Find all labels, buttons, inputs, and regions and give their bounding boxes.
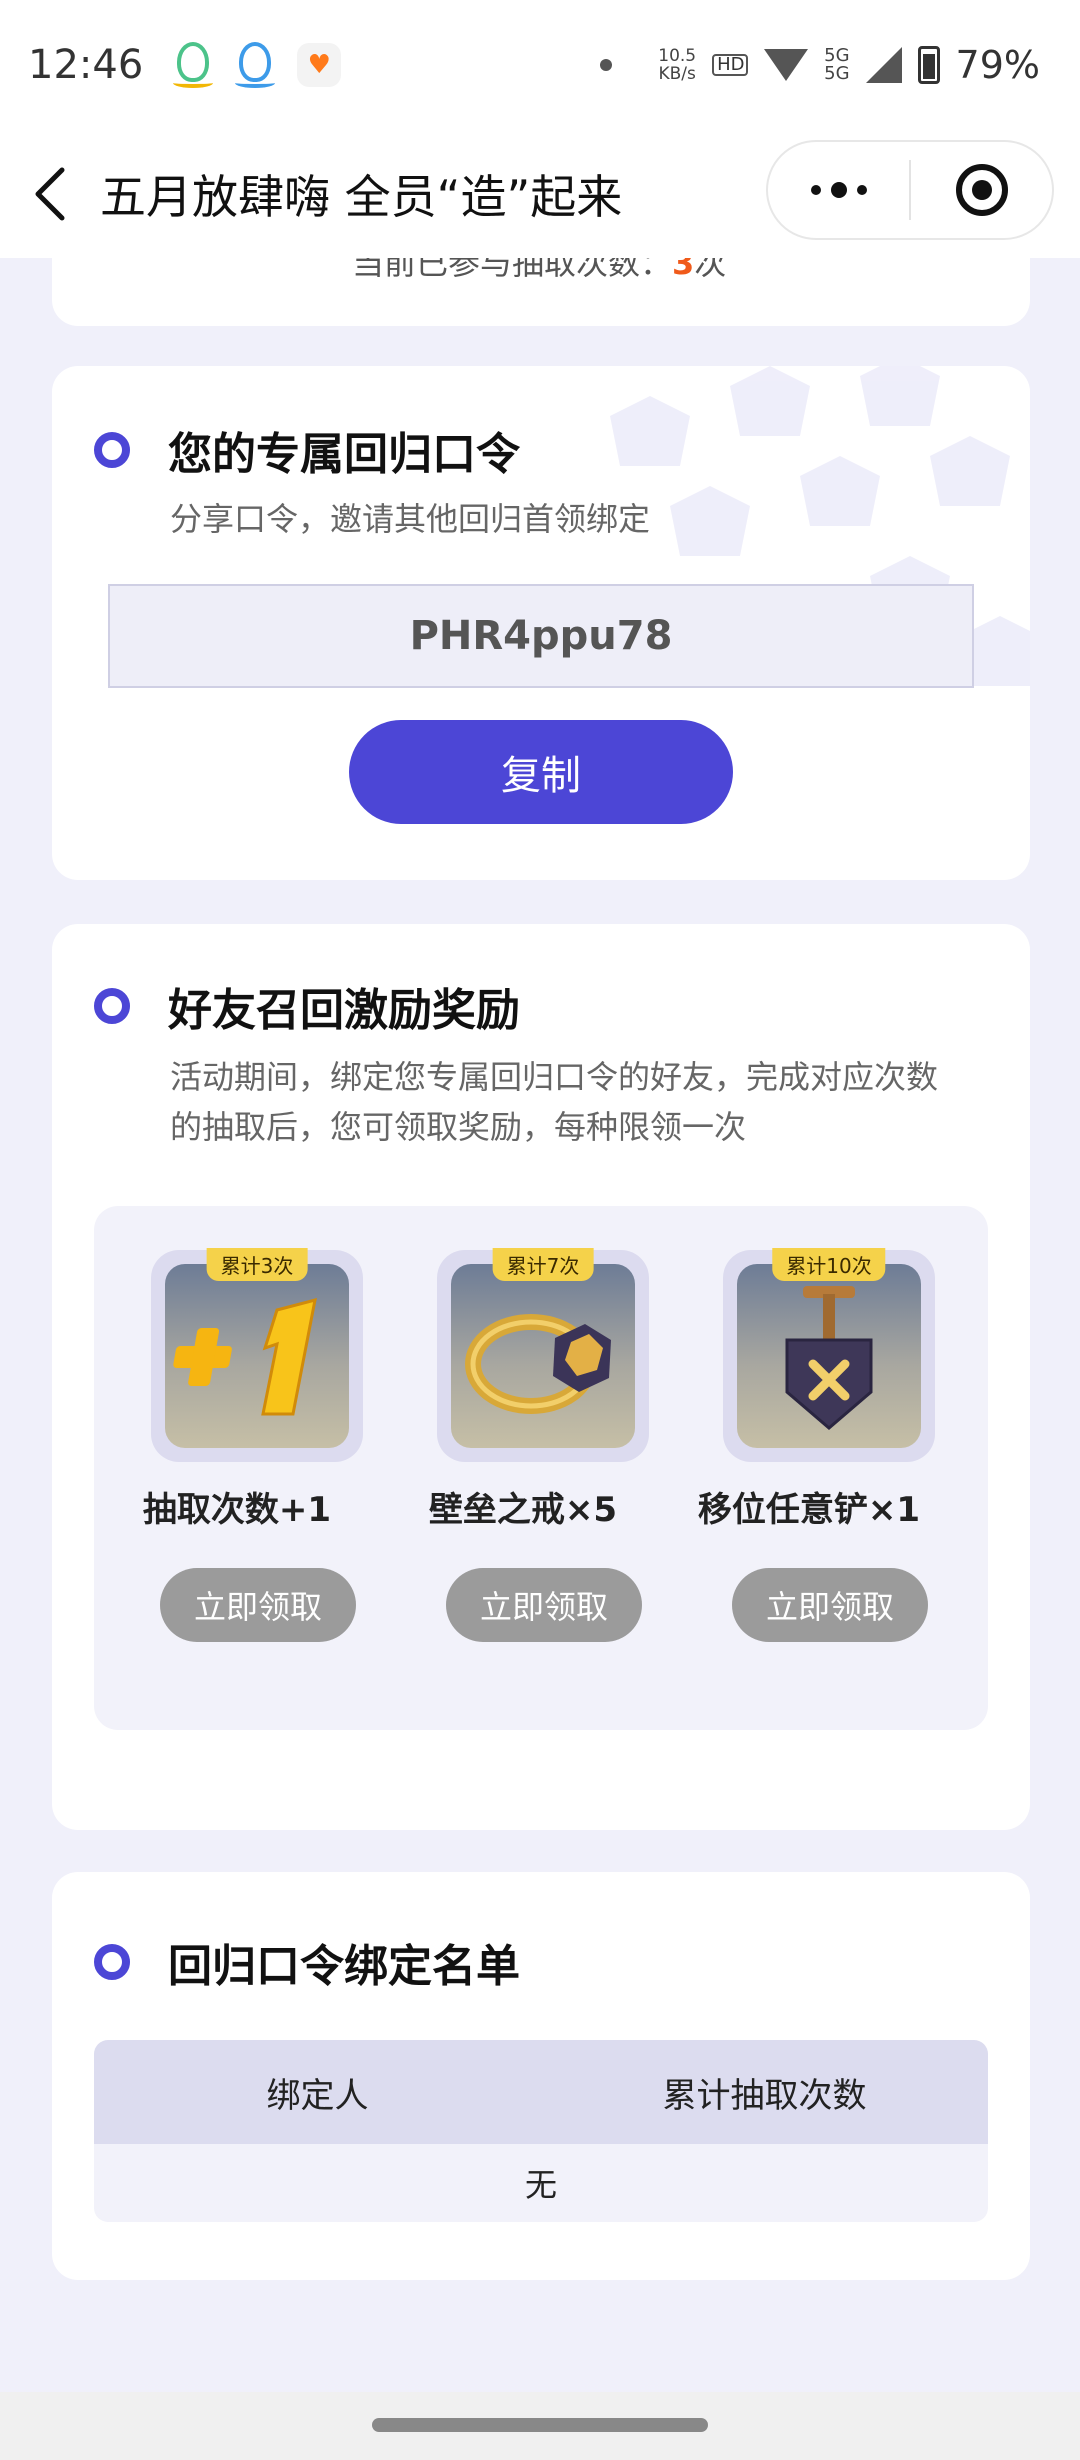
friend-reward-title: 好友召回激励奖励 xyxy=(168,985,520,1036)
page-title: 五月放肆嗨 全员“造”起来 xyxy=(100,170,623,224)
net-speed-unit: KB/s xyxy=(658,64,696,84)
close-button[interactable] xyxy=(911,142,1052,238)
friend-reward-description: 活动期间，绑定您专属回归口令的好友，完成对应次数 的抽取后，您可领取奖励，每种限… xyxy=(170,1052,938,1152)
reward-name: 移位任意铲×1 xyxy=(697,1490,921,1530)
signal-icon xyxy=(865,47,902,83)
network-type-bottom: 5G xyxy=(824,63,850,84)
friend-reward-header: 好友召回激励奖励 xyxy=(94,974,520,1038)
chevron-left-icon xyxy=(35,167,65,221)
section-bullet-icon xyxy=(94,988,130,1024)
reward-badge: 累计7次 xyxy=(492,1248,594,1281)
reward-name: 壁垒之戒×5 xyxy=(428,1490,618,1530)
reward-frame: 累计10次 xyxy=(723,1248,935,1462)
battery-icon xyxy=(917,46,940,84)
notification-dot-icon xyxy=(600,59,613,71)
binding-table: 绑定人 累计抽取次数 无 xyxy=(94,2040,988,2222)
mini-program-capsule xyxy=(766,140,1054,240)
return-code-subtitle: 分享口令，邀请其他回归首领绑定 xyxy=(170,500,651,538)
shovel-icon xyxy=(737,1264,921,1448)
qq-icon xyxy=(173,42,214,88)
binding-table-header: 绑定人 累计抽取次数 xyxy=(94,2040,988,2144)
binding-list-card: 回归口令绑定名单 绑定人 累计抽取次数 无 xyxy=(52,1872,1030,2280)
heart-app-icon: ♥ xyxy=(297,43,342,87)
more-dots-icon xyxy=(810,185,821,195)
more-button[interactable] xyxy=(768,142,909,238)
friend-reward-description-line1: 活动期间，绑定您专属回归口令的好友，完成对应次数 xyxy=(170,1058,939,1096)
reward-name: 抽取次数+1 xyxy=(142,1490,332,1530)
reward-badge: 累计3次 xyxy=(206,1248,308,1281)
status-time: 12:46 xyxy=(28,42,144,88)
claim-button[interactable]: 立即领取 xyxy=(446,1568,642,1642)
more-dots-icon-center xyxy=(830,182,847,198)
return-code-header: 您的专属回归口令 xyxy=(94,418,520,482)
home-indicator[interactable] xyxy=(372,2418,708,2432)
section-bullet-icon xyxy=(94,1944,130,1980)
back-button[interactable] xyxy=(0,130,100,258)
reward-frame: 累计7次 xyxy=(437,1248,649,1462)
qq-icon xyxy=(235,42,276,88)
plus-one-icon xyxy=(165,1264,349,1448)
battery-percent: 79% xyxy=(955,43,1040,87)
reward-badge: 累计10次 xyxy=(772,1248,886,1281)
target-close-icon xyxy=(955,164,1008,216)
section-bullet-icon xyxy=(94,432,130,468)
friend-reward-card: 好友召回激励奖励 活动期间，绑定您专属回归口令的好友，完成对应次数 的抽取后，您… xyxy=(52,924,1030,1830)
column-header-binder: 绑定人 xyxy=(266,2075,369,2116)
claim-button[interactable]: 立即领取 xyxy=(732,1568,928,1642)
more-dots-icon-right xyxy=(856,185,867,195)
column-header-draw-count: 累计抽取次数 xyxy=(662,2075,867,2116)
return-code-title: 您的专属回归口令 xyxy=(168,429,520,480)
binding-list-title: 回归口令绑定名单 xyxy=(168,1941,520,1992)
friend-reward-description-line2: 的抽取后，您可领取奖励，每种限领一次 xyxy=(170,1108,747,1146)
binding-table-empty: 无 xyxy=(94,2144,988,2222)
network-type: 5G 5G xyxy=(824,47,849,83)
claim-button[interactable]: 立即领取 xyxy=(160,1568,356,1642)
rewards-panel: 累计3次 抽取次数+1 立即领取 累计7次 壁垒之戒×5 立即领取 累计10次 … xyxy=(94,1206,988,1730)
net-speed: 10.5 KB/s xyxy=(658,47,696,83)
net-speed-value: 10.5 xyxy=(658,46,697,66)
copy-button[interactable]: 复制 xyxy=(349,720,733,824)
hd-icon: HD xyxy=(712,54,749,76)
title-bar: 五月放肆嗨 全员“造”起来 xyxy=(0,130,1080,258)
return-code-card: 您的专属回归口令 分享口令，邀请其他回归首领绑定 PHR4ppu78 复制 xyxy=(52,366,1030,880)
ring-icon xyxy=(451,1264,635,1448)
reward-frame: 累计3次 xyxy=(151,1248,363,1462)
status-bar: 12:46 ♥ 10.5 KB/s HD 5G 5G 79% xyxy=(0,0,1080,130)
binding-list-header: 回归口令绑定名单 xyxy=(94,1930,520,1994)
return-code-value: PHR4ppu78 xyxy=(108,584,974,688)
wifi-icon xyxy=(764,49,809,81)
